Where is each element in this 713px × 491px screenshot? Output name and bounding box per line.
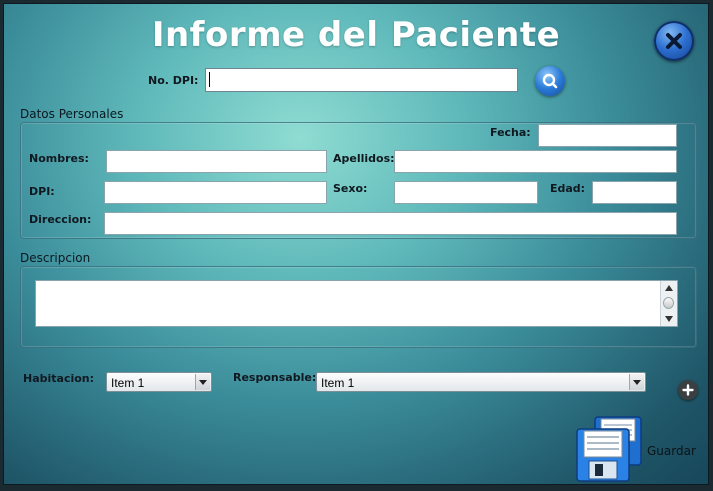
dpi-search-input[interactable] <box>205 68 518 92</box>
description-section-label: Descripcion <box>20 251 91 265</box>
dpi-label: DPI: <box>29 185 55 198</box>
edad-field[interactable] <box>592 181 677 204</box>
add-responsable-button[interactable] <box>678 380 698 400</box>
nombres-label: Nombres: <box>29 152 89 165</box>
responsable-label: Responsable: <box>233 371 317 384</box>
fecha-label: Fecha: <box>490 126 531 139</box>
apellidos-label: Apellidos: <box>333 152 395 165</box>
close-button[interactable] <box>654 21 694 61</box>
plus-icon <box>682 384 694 396</box>
habitacion-select-value: Item 1 <box>111 376 145 390</box>
apellidos-field[interactable] <box>394 150 677 173</box>
search-button[interactable] <box>535 66 565 96</box>
description-textarea[interactable] <box>35 280 678 327</box>
scroll-down-arrow-icon[interactable] <box>665 316 673 322</box>
sexo-field[interactable] <box>394 181 538 204</box>
fecha-field[interactable] <box>538 124 677 147</box>
search-icon <box>542 73 558 89</box>
dpi-search-label: No. DPI: <box>148 74 199 87</box>
patient-report-window: Informe del Paciente No. DPI: Datos Pers… <box>3 3 709 485</box>
responsable-select[interactable]: Item 1 <box>316 372 646 392</box>
nombres-field[interactable] <box>106 150 327 173</box>
text-caret <box>209 72 210 87</box>
direccion-label: Direccion: <box>29 213 92 226</box>
save-button-label: Guardar <box>647 444 696 458</box>
responsable-select-value: Item 1 <box>321 376 355 390</box>
floppy-disk-icon <box>576 416 642 482</box>
window-title: Informe del Paciente <box>151 15 561 55</box>
direccion-field[interactable] <box>104 212 677 235</box>
description-scrollbar[interactable] <box>660 281 677 326</box>
chevron-down-icon[interactable] <box>195 374 210 390</box>
habitacion-label: Habitacion: <box>23 372 95 385</box>
save-button[interactable]: Guardar <box>575 415 700 483</box>
sexo-label: Sexo: <box>333 182 368 195</box>
personal-data-section-label: Datos Personales <box>20 107 124 121</box>
habitacion-select[interactable]: Item 1 <box>106 372 212 392</box>
scroll-up-arrow-icon[interactable] <box>665 285 673 291</box>
dpi-field[interactable] <box>104 181 327 204</box>
edad-label: Edad: <box>550 182 586 195</box>
chevron-down-icon[interactable] <box>629 374 644 390</box>
close-icon <box>666 33 682 49</box>
scroll-thumb[interactable] <box>663 297 674 309</box>
